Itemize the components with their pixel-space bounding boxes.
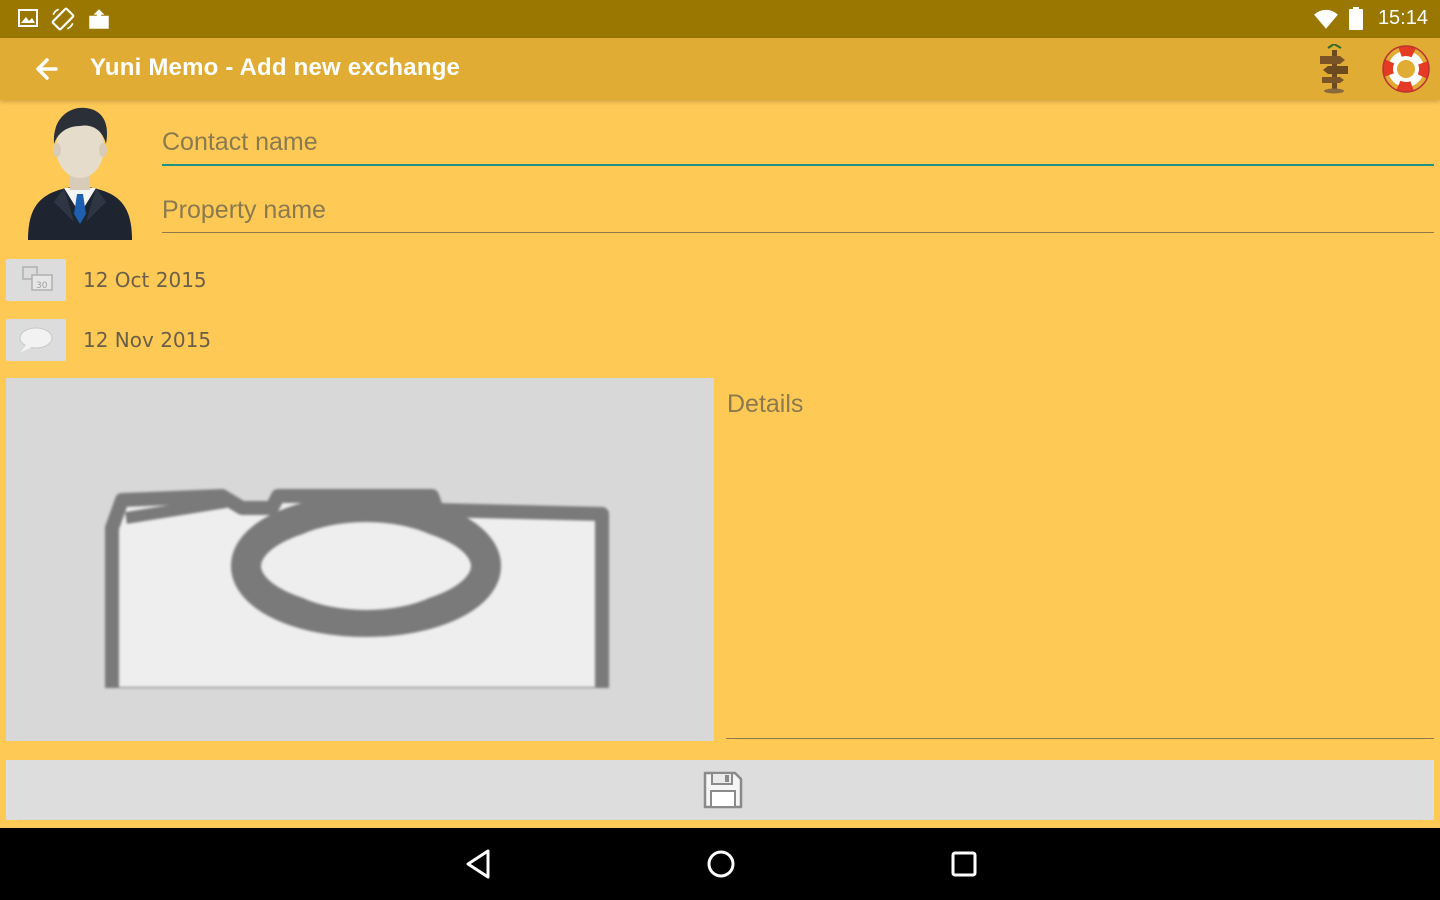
property-name-field[interactable]	[162, 184, 1434, 233]
triangle-back-icon	[466, 849, 490, 879]
property-name-input[interactable]	[162, 184, 1434, 232]
upload-icon	[89, 9, 109, 29]
battery-icon	[1349, 7, 1363, 30]
floppy-disk-icon	[703, 771, 743, 809]
nav-back-button[interactable]	[460, 846, 500, 882]
businessman-icon	[28, 107, 132, 240]
end-date-button[interactable]	[6, 319, 66, 361]
photo-picker[interactable]	[6, 378, 714, 741]
page-title: Yuni Memo - Add new exchange	[90, 54, 461, 81]
contact-name-input[interactable]	[162, 116, 1434, 164]
signpost-button[interactable]	[1310, 42, 1358, 94]
contact-name-field[interactable]	[162, 116, 1434, 166]
rotation-icon	[51, 7, 75, 31]
nav-recents-button[interactable]	[944, 846, 984, 882]
status-time: 15:14	[1377, 7, 1428, 29]
calendar-icon: 30	[22, 266, 53, 291]
back-button[interactable]	[30, 53, 66, 85]
details-input[interactable]	[726, 386, 1434, 738]
help-button[interactable]	[1378, 44, 1434, 94]
status-bar: 15:14	[0, 0, 1440, 38]
circle-home-icon	[707, 850, 735, 878]
start-date: 12 Oct 2015	[83, 268, 207, 292]
square-recents-icon	[951, 851, 977, 877]
svg-text:30: 30	[36, 281, 48, 291]
details-field[interactable]	[726, 386, 1434, 739]
contact-avatar[interactable]	[24, 104, 136, 242]
app-bar: Yuni Memo - Add new exchange	[0, 38, 1440, 100]
signpost-icon	[1320, 42, 1348, 94]
lifebuoy-icon	[1382, 45, 1430, 93]
camera-icon	[105, 489, 609, 688]
gallery-icon	[18, 9, 38, 27]
arrow-back-icon	[36, 58, 58, 80]
navigation-bar	[0, 828, 1440, 900]
save-button[interactable]	[6, 760, 1434, 820]
speech-bubble-icon	[19, 327, 53, 353]
end-date: 12 Nov 2015	[83, 328, 212, 352]
start-date-button[interactable]: 30	[6, 259, 66, 301]
nav-home-button[interactable]	[701, 846, 741, 882]
wifi-icon	[1314, 9, 1338, 29]
